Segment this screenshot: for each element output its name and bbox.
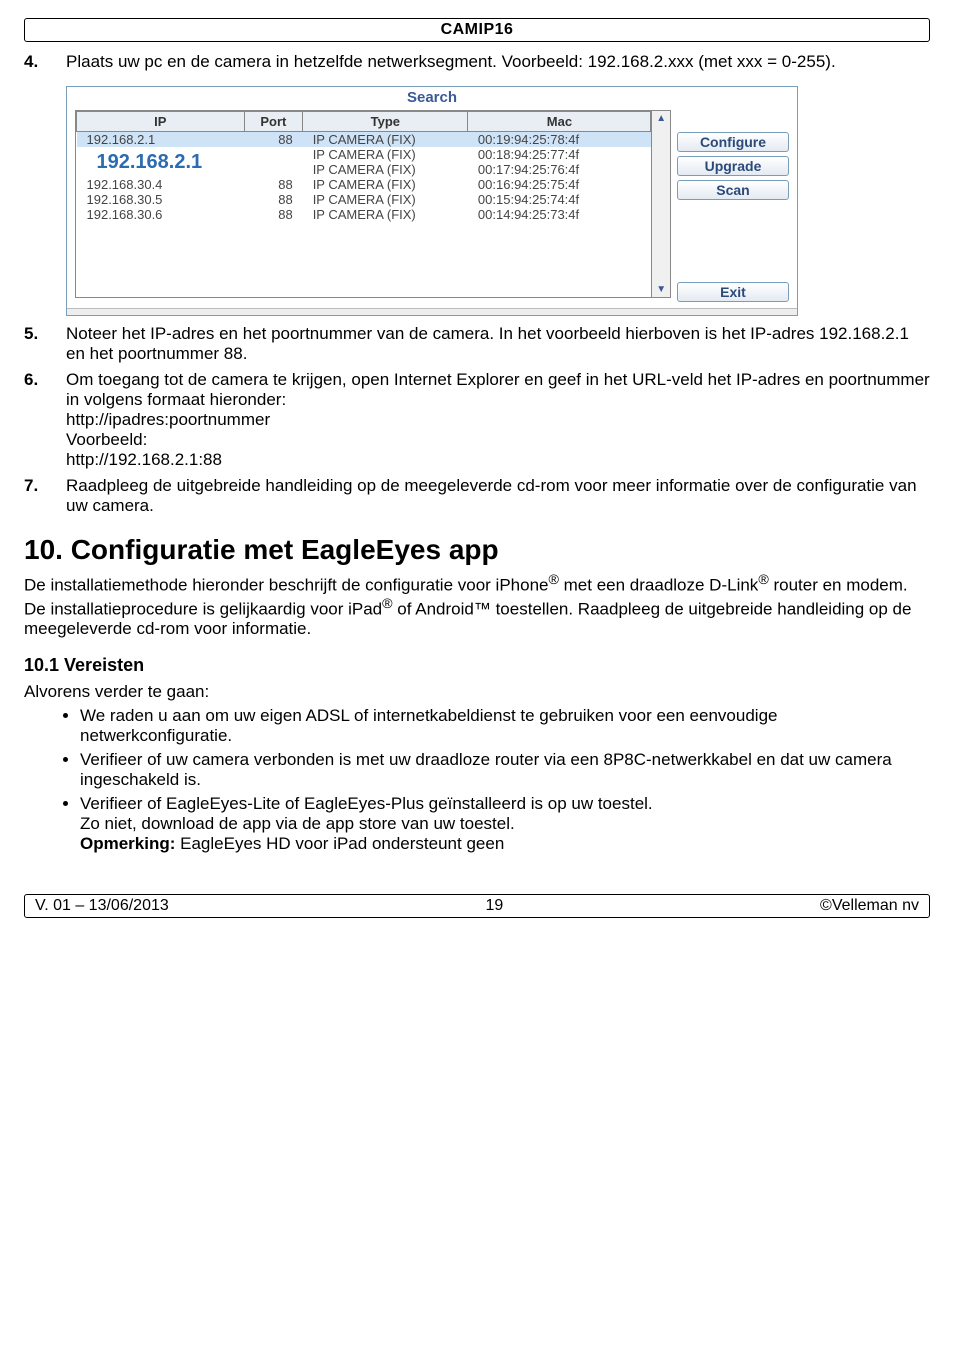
cell-mac: 00:19:94:25:78:4f [468, 132, 651, 148]
step-num: 6. [24, 370, 66, 470]
highlighted-ip: 192.168.2.1 [87, 151, 213, 173]
requirements-list: We raden u aan om uw eigen ADSL of inter… [24, 706, 930, 854]
intro-part: De installatiemethode hieronder beschrij… [24, 576, 548, 595]
step-7: 7. Raadpleeg de uitgebreide handleiding … [24, 476, 930, 516]
cell-ip: 192.168.30.4 [77, 177, 245, 192]
intro-part: met een draadloze D-Link [559, 576, 758, 595]
cell-mac: 00:15:94:25:74:4f [468, 192, 651, 207]
note-label: Opmerking: [80, 834, 175, 853]
example-url: http://192.168.2.1:88 [66, 450, 222, 469]
table-row[interactable]: 192.168.2.1 IP CAMERA (FIX) 00:18:94:25:… [77, 147, 651, 162]
url-format: http://ipadres:poortnummer [66, 410, 270, 429]
search-results-table: IP Port Type Mac 192.168.2.1 88 IP CAMER… [76, 111, 651, 297]
panel-footer-bar [67, 308, 797, 315]
configure-button[interactable]: Configure [677, 132, 789, 152]
page-footer: V. 01 – 13/06/2013 19 ©Velleman nv [24, 894, 930, 918]
step-text: Raadpleeg de uitgebreide handleiding op … [66, 476, 930, 516]
col-port[interactable]: Port [244, 112, 303, 132]
table-row[interactable]: 192.168.30.4 88 IP CAMERA (FIX) 00:16:94… [77, 177, 651, 192]
section-10-intro: De installatiemethode hieronder beschrij… [24, 572, 930, 639]
col-type[interactable]: Type [303, 112, 468, 132]
cell-ip: 192.168.2.1 [77, 132, 245, 148]
step-num: 7. [24, 476, 66, 516]
scan-button[interactable]: Scan [677, 180, 789, 200]
section-10-heading: 10. Configuratie met EagleEyes app [24, 534, 930, 566]
table-row[interactable]: 192.168.30.5 88 IP CAMERA (FIX) 00:15:94… [77, 192, 651, 207]
search-screenshot: Search IP Port Type Mac 192.168.2.1 [66, 86, 930, 316]
col-mac[interactable]: Mac [468, 112, 651, 132]
step-4: 4. Plaats uw pc en de camera in hetzelfd… [24, 52, 930, 72]
cell-port [244, 147, 303, 162]
cell-type: IP CAMERA (FIX) [303, 147, 468, 162]
step-text: Plaats uw pc en de camera in hetzelfde n… [66, 52, 930, 72]
list-item: Verifieer of EagleEyes-Lite of EagleEyes… [80, 794, 930, 854]
bullet-text: Verifieer of EagleEyes-Lite of EagleEyes… [80, 794, 653, 813]
table-row[interactable]: 192.168.2.1 88 IP CAMERA (FIX) 00:19:94:… [77, 132, 651, 148]
cell-port: 88 [244, 177, 303, 192]
bullet-text: Zo niet, download de app via de app stor… [80, 814, 515, 833]
cell-ip: 192.168.30.5 [77, 192, 245, 207]
cell-port: 88 [244, 207, 303, 222]
cell-type: IP CAMERA (FIX) [303, 162, 468, 177]
cell-mac: 00:18:94:25:77:4f [468, 147, 651, 162]
cell-type: IP CAMERA (FIX) [303, 177, 468, 192]
cell-mac: 00:14:94:25:73:4f [468, 207, 651, 222]
footer-version: V. 01 – 13/06/2013 [35, 897, 169, 915]
upgrade-button[interactable]: Upgrade [677, 156, 789, 176]
step-num: 5. [24, 324, 66, 364]
step-list-continued: 5. Noteer het IP-adres en het poortnumme… [24, 324, 930, 516]
cell-port: 88 [244, 192, 303, 207]
scrollbar[interactable]: ▲ ▼ [651, 111, 670, 297]
header-title: CAMIP16 [24, 18, 930, 42]
cell-type: IP CAMERA (FIX) [303, 132, 468, 148]
table-row[interactable]: 192.168.30.6 88 IP CAMERA (FIX) 00:14:94… [77, 207, 651, 222]
section-10-1-heading: 10.1 Vereisten [24, 655, 930, 676]
footer-page-number: 19 [486, 897, 504, 915]
cell-type: IP CAMERA (FIX) [303, 207, 468, 222]
cell-ip: 192.168.30.6 [77, 207, 245, 222]
step-list: 4. Plaats uw pc en de camera in hetzelfd… [24, 52, 930, 72]
bullet-text: EagleEyes HD voor iPad ondersteunt geen [175, 834, 504, 853]
step-6: 6. Om toegang tot de camera te krijgen, … [24, 370, 930, 470]
list-item: We raden u aan om uw eigen ADSL of inter… [80, 706, 930, 746]
cell-mac: 00:17:94:25:76:4f [468, 162, 651, 177]
table-row [77, 267, 651, 282]
step-text: Om toegang tot de camera te krijgen, ope… [66, 370, 930, 409]
footer-copyright: ©Velleman nv [820, 897, 919, 915]
section-10-1-lead: Alvorens verder te gaan: [24, 682, 930, 702]
scroll-down-icon[interactable]: ▼ [656, 282, 666, 297]
table-row [77, 282, 651, 297]
cell-mac: 00:16:94:25:75:4f [468, 177, 651, 192]
scroll-up-icon[interactable]: ▲ [656, 111, 666, 126]
step-num: 4. [24, 52, 66, 72]
table-row [77, 252, 651, 267]
exit-button[interactable]: Exit [677, 282, 789, 302]
table-row [77, 237, 651, 252]
col-ip[interactable]: IP [77, 112, 245, 132]
step-text: Noteer het IP-adres en het poortnummer v… [66, 324, 930, 364]
table-row [77, 222, 651, 237]
cell-type: IP CAMERA (FIX) [303, 192, 468, 207]
example-label: Voorbeeld: [66, 430, 147, 449]
step-5: 5. Noteer het IP-adres en het poortnumme… [24, 324, 930, 364]
search-window-title: Search [67, 87, 797, 110]
cell-port [244, 162, 303, 177]
list-item: Verifieer of uw camera verbonden is met … [80, 750, 930, 790]
cell-port: 88 [244, 132, 303, 148]
